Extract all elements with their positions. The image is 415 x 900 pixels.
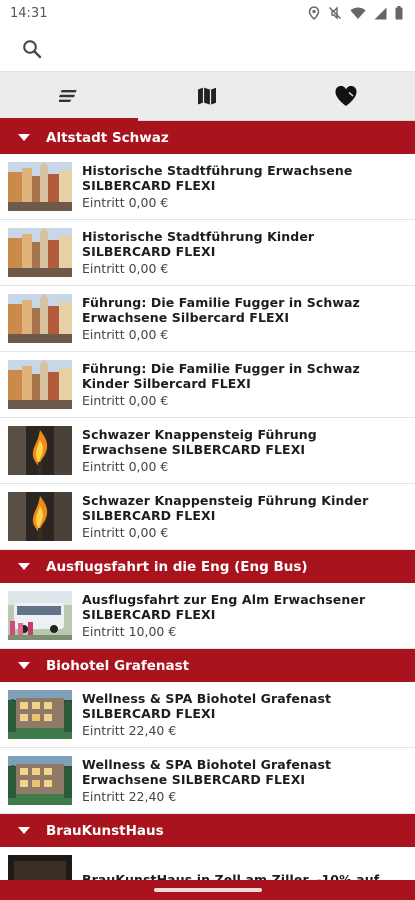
signal-icon <box>374 7 387 19</box>
offer-thumbnail <box>8 492 72 541</box>
item-title: Schwazer Knappensteig Führung Kinder <box>82 492 369 508</box>
search-icon[interactable] <box>22 39 42 59</box>
search-input[interactable] <box>54 39 415 58</box>
item-subtitle: SILBERCARD FLEXI <box>82 705 216 721</box>
battery-icon <box>395 6 403 20</box>
offer-thumbnail <box>8 360 72 409</box>
item-subtitle: SILBERCARD FLEXI <box>82 606 216 622</box>
status-icons <box>308 6 403 20</box>
item-text: Historische Stadtführung Erwachsene SILBE… <box>82 163 352 211</box>
home-gesture-handle[interactable] <box>153 888 262 892</box>
list-item[interactable]: Wellness & SPA Biohotel Grafenast SILBERC… <box>0 682 415 748</box>
section-header[interactable]: Altstadt Schwaz <box>0 121 415 154</box>
section-title: Altstadt Schwaz <box>46 129 169 146</box>
item-subtitle: Erwachsene SILBERCARD FLEXI <box>82 441 306 457</box>
item-subtitle: Kinder Silbercard FLEXI <box>82 375 251 391</box>
list-item[interactable]: Führung: Die Familie Fugger in Schwaz Kin… <box>0 352 415 418</box>
list-item[interactable]: Historische Stadtführung Kinder SILBERCAR… <box>0 220 415 286</box>
offer-thumbnail <box>8 294 72 343</box>
offer-thumbnail <box>8 690 72 739</box>
tab-favorites[interactable] <box>277 72 415 120</box>
tab-list[interactable] <box>0 72 139 121</box>
offer-list: Altstadt Schwaz Historische Stadtführung … <box>0 121 415 900</box>
list-item[interactable]: Wellness & SPA Biohotel Grafenast Erwachs… <box>0 748 415 814</box>
offer-thumbnail <box>8 228 72 277</box>
location-icon <box>308 6 320 20</box>
item-price: Eintritt 0,00 € <box>82 524 169 540</box>
tab-map[interactable] <box>138 72 276 120</box>
item-title: Schwazer Knappensteig Führung <box>82 426 317 442</box>
section-title: Ausflugsfahrt in die Eng (Eng Bus) <box>46 558 308 575</box>
item-title: Führung: Die Familie Fugger in Schwaz <box>82 360 360 376</box>
item-subtitle: SILBERCARD FLEXI <box>82 243 216 259</box>
item-text: Wellness & SPA Biohotel Grafenast Erwachs… <box>82 757 331 805</box>
list-item[interactable]: Führung: Die Familie Fugger in Schwaz Erw… <box>0 286 415 352</box>
list-item[interactable]: Ausflugsfahrt zur Eng Alm Erwachsener SIL… <box>0 583 415 649</box>
item-text: Schwazer Knappensteig Führung Erwachsene … <box>82 427 317 475</box>
item-price: Eintritt 0,00 € <box>82 260 169 276</box>
offer-thumbnail <box>8 756 72 805</box>
view-tabs <box>0 72 415 121</box>
item-title: Ausflugsfahrt zur Eng Alm Erwachsener <box>82 591 366 607</box>
list-item[interactable]: Historische Stadtführung Erwachsene SILBE… <box>0 154 415 220</box>
offer-thumbnail <box>8 162 72 211</box>
item-subtitle: Erwachsene SILBERCARD FLEXI <box>82 771 306 787</box>
item-price: Eintritt 0,00 € <box>82 194 169 210</box>
item-subtitle: SILBERCARD FLEXI <box>82 177 216 193</box>
item-text: Führung: Die Familie Fugger in Schwaz Erw… <box>82 295 360 343</box>
section-header[interactable]: Biohotel Grafenast <box>0 649 415 682</box>
wifi-icon <box>350 7 366 19</box>
caret-down-icon <box>18 827 30 834</box>
item-subtitle: SILBERCARD FLEXI <box>82 507 216 523</box>
item-title: Wellness & SPA Biohotel Grafenast <box>82 690 332 706</box>
system-nav-bar <box>0 880 415 900</box>
item-text: Wellness & SPA Biohotel Grafenast SILBERC… <box>82 691 331 739</box>
section-header[interactable]: BrauKunstHaus <box>0 814 415 847</box>
status-bar: 14:31 <box>0 0 415 26</box>
item-price: Eintritt 0,00 € <box>82 458 169 474</box>
status-time: 14:31 <box>10 5 48 21</box>
map-icon <box>198 87 217 105</box>
item-text: Historische Stadtführung Kinder SILBERCAR… <box>82 229 314 277</box>
offer-thumbnail <box>8 591 72 640</box>
section-header[interactable]: Ausflugsfahrt in die Eng (Eng Bus) <box>0 550 415 583</box>
item-price: Eintritt 0,00 € <box>82 326 169 342</box>
item-title: Historische Stadtführung Erwachsene <box>82 162 353 178</box>
section-title: BrauKunstHaus <box>46 822 164 839</box>
item-price: Eintritt 22,40 € <box>82 722 177 738</box>
section-title: Biohotel Grafenast <box>46 657 190 674</box>
item-title: Wellness & SPA Biohotel Grafenast <box>82 756 332 772</box>
caret-down-icon <box>18 662 30 669</box>
caret-down-icon <box>18 563 30 570</box>
list-item[interactable]: Schwazer Knappensteig Führung Kinder SILB… <box>0 484 415 550</box>
item-text: Ausflugsfahrt zur Eng Alm Erwachsener SIL… <box>82 592 365 640</box>
mute-icon <box>329 6 341 20</box>
item-text: Schwazer Knappensteig Führung Kinder SILB… <box>82 493 368 541</box>
item-price: Eintritt 22,40 € <box>82 788 177 804</box>
item-price: Eintritt 10,00 € <box>82 623 177 639</box>
item-title: Historische Stadtführung Kinder <box>82 228 315 244</box>
item-text: Führung: Die Familie Fugger in Schwaz Kin… <box>82 361 360 409</box>
heart-icon <box>335 85 357 106</box>
item-price: Eintritt 0,00 € <box>82 392 169 408</box>
search-bar <box>0 26 415 72</box>
caret-down-icon <box>18 134 30 141</box>
item-subtitle: Erwachsene Silbercard FLEXI <box>82 309 290 325</box>
list-item[interactable]: Schwazer Knappensteig Führung Erwachsene … <box>0 418 415 484</box>
item-title: Führung: Die Familie Fugger in Schwaz <box>82 294 360 310</box>
offer-thumbnail <box>8 426 72 475</box>
list-icon <box>59 90 77 103</box>
